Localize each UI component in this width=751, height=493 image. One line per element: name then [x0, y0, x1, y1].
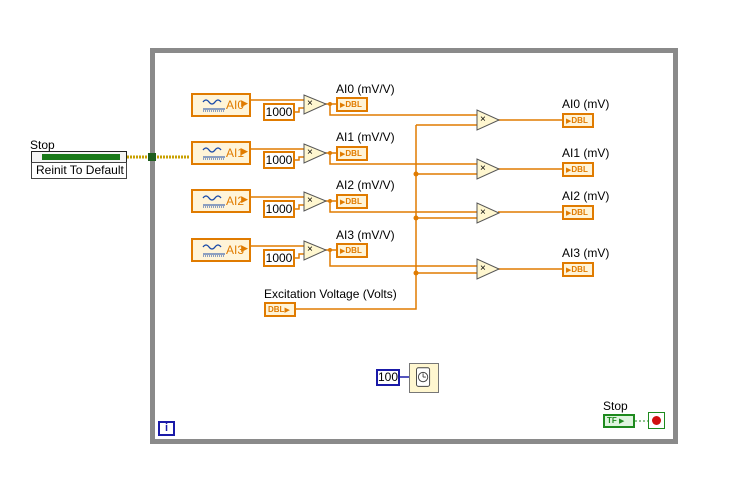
mv-per-v-indicator[interactable]: ▶DBL [336, 146, 368, 161]
mv-label: AI3 (mV) [562, 246, 610, 260]
mv-label: AI0 (mV) [562, 97, 610, 111]
multiply-icon: × [480, 163, 486, 174]
output-arrow-icon: ▶ [241, 194, 248, 204]
indicator-type: DBL [345, 100, 362, 109]
multiply-icon: × [307, 244, 313, 255]
daq-channel-node[interactable]: AI3 ▶ [191, 238, 251, 262]
indicator-type: DBL [571, 116, 588, 125]
stop-control-label: Stop [30, 138, 55, 152]
wait-ms-constant[interactable]: 100 [376, 369, 400, 386]
indicator-type: DBL [345, 197, 362, 206]
indicator-type: DBL [345, 149, 362, 158]
mv-per-v-indicator[interactable]: ▶DBL [336, 97, 368, 112]
waveform-icon [202, 195, 225, 208]
mv-indicator[interactable]: ▶DBL [562, 162, 594, 177]
excitation-voltage-label: Excitation Voltage (Volts) [264, 287, 397, 301]
loop-condition-terminal[interactable] [648, 412, 665, 429]
mv-per-v-label: AI0 (mV/V) [336, 82, 395, 96]
output-arrow-icon: ▶ [241, 243, 248, 253]
waveform-icon [202, 99, 225, 112]
daq-channel-node[interactable]: AI2 ▶ [191, 189, 251, 213]
multiplier-constant[interactable]: 1000 [263, 103, 295, 121]
daq-channel-node[interactable]: AI1 ▶ [191, 141, 251, 165]
multiply-icon: × [480, 263, 486, 274]
multiply-icon: × [480, 207, 486, 218]
waveform-icon [202, 147, 225, 160]
mv-per-v-indicator[interactable]: ▶DBL [336, 194, 368, 209]
output-arrow-icon: ▶ [241, 146, 248, 156]
mv-per-v-label: AI2 (mV/V) [336, 178, 395, 192]
mv-per-v-label: AI1 (mV/V) [336, 130, 395, 144]
mv-indicator[interactable]: ▶DBL [562, 205, 594, 220]
mv-per-v-indicator[interactable]: ▶DBL [336, 243, 368, 258]
mv-per-v-label: AI3 (mV/V) [336, 228, 395, 242]
multiplier-constant[interactable]: 1000 [263, 151, 295, 169]
multiply-icon: × [307, 195, 313, 206]
mv-label: AI2 (mV) [562, 189, 610, 203]
multiplier-constant[interactable]: 1000 [263, 200, 295, 218]
indicator-type: DBL [571, 165, 588, 174]
wait-ms-node[interactable] [409, 363, 439, 393]
multiplier-constant[interactable]: 1000 [263, 249, 295, 267]
output-arrow-icon: ▶ [241, 98, 248, 108]
waveform-icon [202, 244, 225, 257]
mv-label: AI1 (mV) [562, 146, 610, 160]
excitation-voltage-control[interactable]: DBL▶ [264, 302, 296, 317]
indicator-type: DBL [571, 208, 588, 217]
indicator-type: DBL [571, 265, 588, 274]
multiply-icon: × [307, 147, 313, 158]
mv-indicator[interactable]: ▶DBL [562, 262, 594, 277]
multiply-icon: × [307, 98, 313, 109]
daq-channel-node[interactable]: AI0 ▶ [191, 93, 251, 117]
mv-indicator[interactable]: ▶DBL [562, 113, 594, 128]
stop-boolean-terminal[interactable]: TF ▶ [603, 414, 635, 428]
indicator-type: DBL [345, 246, 362, 255]
boolean-type: TF [607, 416, 617, 425]
multiply-icon: × [480, 114, 486, 125]
loop-iteration-terminal: i [158, 421, 175, 436]
block-diagram-wires [127, 94, 648, 422]
wait-timer-icon [416, 367, 431, 387]
stop-sign-icon [652, 416, 661, 425]
stop-indicator-label: Stop [603, 399, 628, 413]
reinit-to-default-property[interactable]: Reinit To Default [31, 162, 127, 179]
indicator-type: DBL [268, 305, 285, 314]
